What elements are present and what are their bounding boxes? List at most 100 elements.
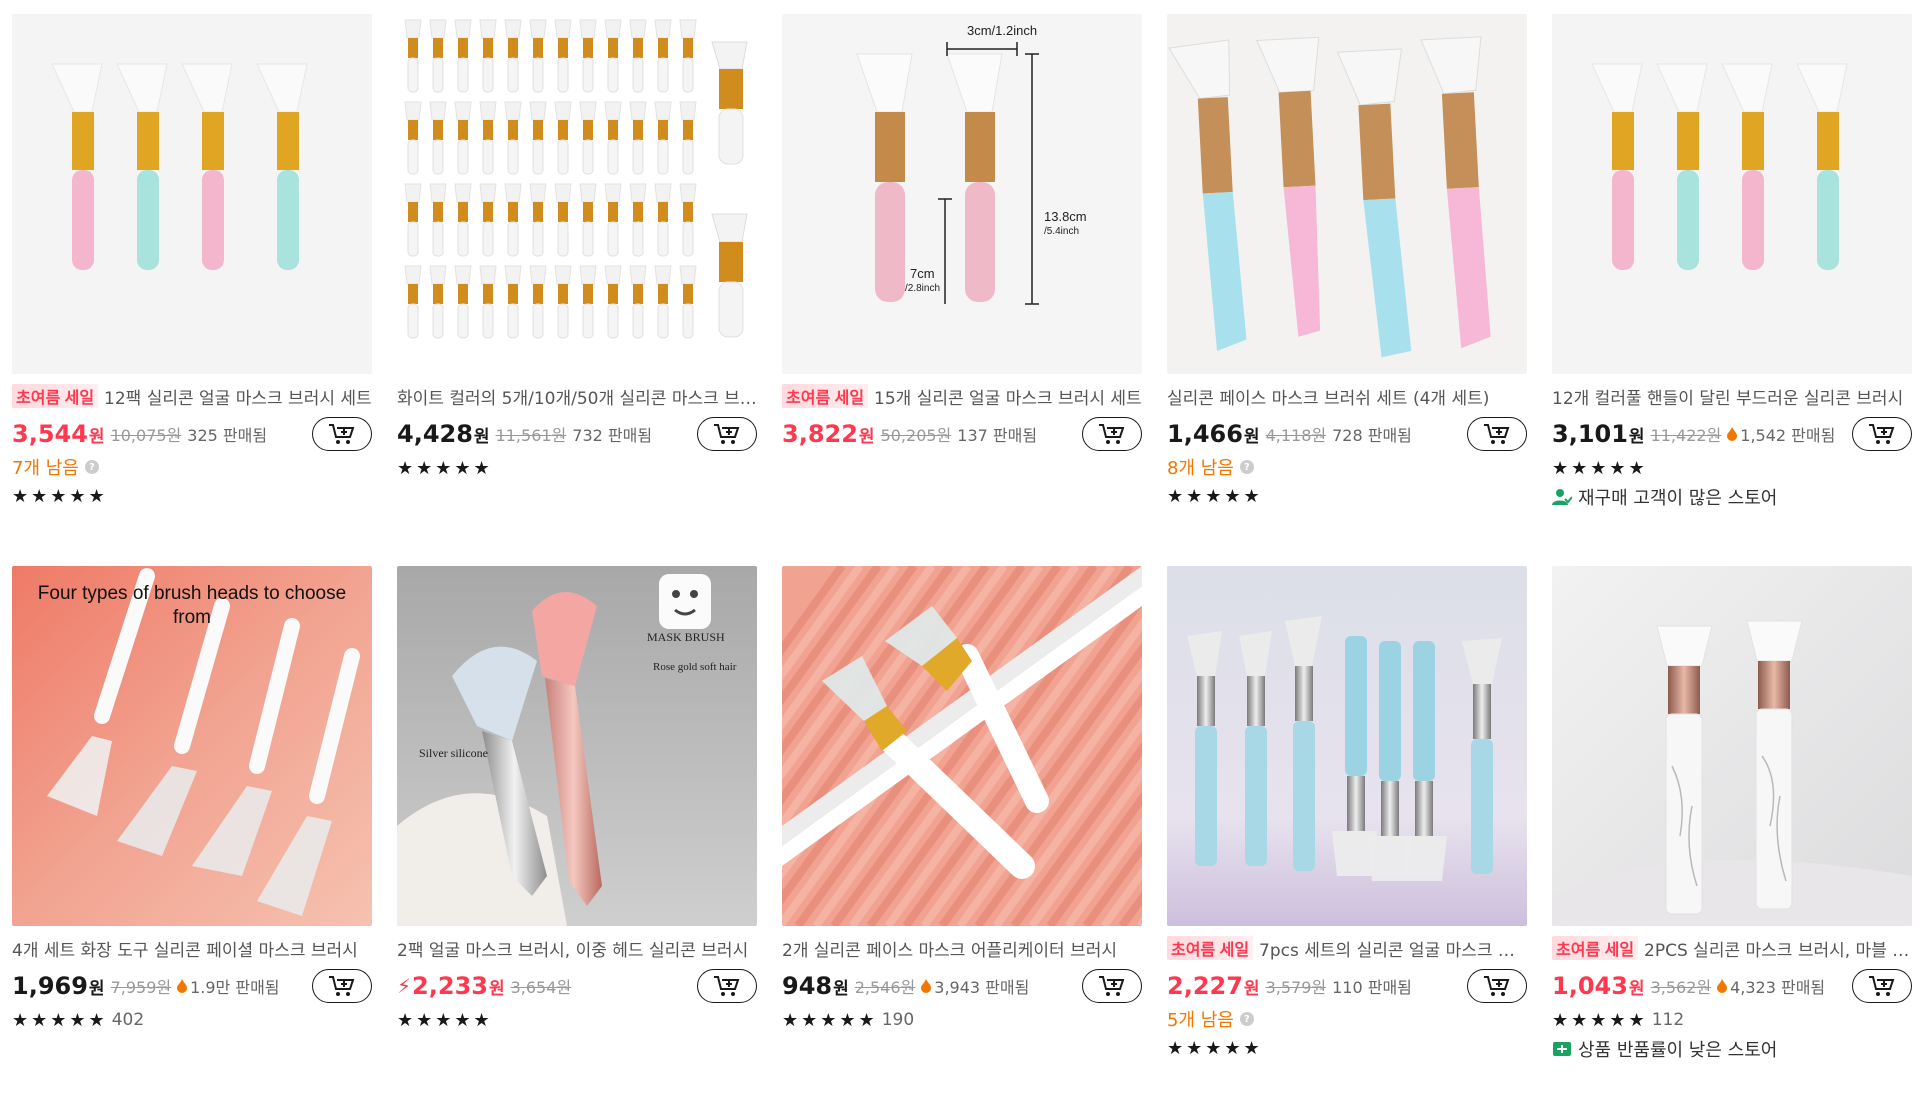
original-price: 7,959원 xyxy=(110,978,172,997)
product-card[interactable]: 초여름 세일 12팩 실리콘 얼굴 마스크 브러시 세트 3,544 원 10,0… xyxy=(12,14,372,566)
product-image[interactable] xyxy=(782,566,1142,926)
product-title[interactable]: 초여름 세일 2PCS 실리콘 마스크 브러시, 마블 핸들 xyxy=(1552,936,1912,960)
mini-brush-head xyxy=(429,265,447,285)
add-to-cart-button[interactable] xyxy=(1082,969,1142,1003)
product-title[interactable]: 초여름 세일 15개 실리콘 얼굴 마스크 브러시 세트 xyxy=(782,384,1142,408)
add-to-cart-button[interactable] xyxy=(697,969,757,1003)
product-image[interactable] xyxy=(1167,14,1527,374)
add-to-cart-button[interactable] xyxy=(697,417,757,451)
product-title[interactable]: 12개 컬러풀 핸들이 달린 부드러운 실리콘 브러시 xyxy=(1552,384,1912,409)
product-card[interactable]: 2개 실리콘 페이스 마스크 어플리케이터 브러시 948 원 2,546원 3,… xyxy=(782,566,1142,1118)
add-to-cart-button[interactable] xyxy=(1852,969,1912,1003)
product-image[interactable] xyxy=(1552,14,1912,374)
info-icon[interactable]: ? xyxy=(84,460,99,474)
product-card[interactable]: 12개 컬러풀 핸들이 달린 부드러운 실리콘 브러시 3,101 원 11,42… xyxy=(1552,14,1912,566)
mini-brush-handle xyxy=(657,139,669,175)
mini-brush-head xyxy=(479,265,497,285)
rating-stars: ★★★★★ 112 xyxy=(1552,1009,1685,1031)
info-icon[interactable]: ? xyxy=(1239,460,1254,474)
add-to-cart-button[interactable] xyxy=(1467,969,1527,1003)
mini-brush-handle xyxy=(582,139,594,175)
original-price: 4,118원 xyxy=(1265,426,1327,445)
mini-brush-head xyxy=(654,19,672,39)
repeat-customer-icon xyxy=(1552,489,1572,505)
mini-brush-head xyxy=(654,265,672,285)
mini-brush-ferrule xyxy=(508,284,518,304)
mini-brush-ferrule xyxy=(408,120,418,140)
add-to-cart-button[interactable] xyxy=(1852,417,1912,451)
mini-brush-ferrule xyxy=(633,202,643,222)
add-to-cart-button[interactable] xyxy=(1467,417,1527,451)
mini-brush-ferrule xyxy=(633,120,643,140)
price-row: 948 원 2,546원 3,943 판매됨 xyxy=(782,969,1142,1003)
cart-plus-icon xyxy=(1099,424,1125,444)
stock-remaining: 7개 남음? xyxy=(12,455,372,479)
mini-brush-ferrule xyxy=(483,120,493,140)
mini-brush-head xyxy=(554,101,572,121)
mini-brush-handle xyxy=(407,57,419,93)
mini-brush-ferrule xyxy=(533,120,543,140)
fire-icon xyxy=(1717,979,1728,993)
mini-brush-handle xyxy=(682,57,694,93)
product-image[interactable] xyxy=(1167,566,1527,926)
mini-brush-handle xyxy=(557,139,569,175)
add-to-cart-button[interactable] xyxy=(312,969,372,1003)
product-title[interactable]: 4개 세트 화장 도구 실리콘 페이셜 마스크 브러시 xyxy=(12,936,372,961)
mini-brush-head xyxy=(629,265,647,285)
mini-brush-head xyxy=(529,101,547,121)
mini-brush-head xyxy=(504,265,522,285)
price: 948 xyxy=(782,972,833,1000)
product-image[interactable] xyxy=(1552,566,1912,926)
mini-brush-handle xyxy=(457,57,469,93)
sold-count: 4,323 판매됨 xyxy=(1717,974,1825,998)
product-title[interactable]: 초여름 세일 12팩 실리콘 얼굴 마스크 브러시 세트 xyxy=(12,384,372,408)
mini-brush-handle xyxy=(682,221,694,257)
mini-brush-ferrule xyxy=(433,202,443,222)
mini-brush-handle xyxy=(482,303,494,339)
mini-brush-head xyxy=(454,19,472,39)
original-price: 50,205원 xyxy=(880,426,952,445)
add-to-cart-button[interactable] xyxy=(312,417,372,451)
product-title[interactable]: 화이트 컬러의 5개/10개/50개 실리콘 마스크 브러시 xyxy=(397,384,757,409)
product-card[interactable]: 초여름 세일 7pcs 세트의 실리콘 얼굴 마스크 브러시 2,227 원 3,… xyxy=(1167,566,1527,1118)
product-image[interactable] xyxy=(397,14,757,374)
mini-brush-head xyxy=(479,183,497,203)
mini-brush-handle xyxy=(607,139,619,175)
product-card[interactable]: 화이트 컬러의 5개/10개/50개 실리콘 마스크 브러시 4,428 원 11… xyxy=(397,14,757,566)
product-image[interactable]: MASK BRUSH Rose gold soft hair Silver si… xyxy=(397,566,757,926)
mini-brush-handle xyxy=(482,57,494,93)
product-image[interactable]: Four types of brush heads to choose from xyxy=(12,566,372,926)
product-card[interactable]: MASK BRUSH Rose gold soft hair Silver si… xyxy=(397,566,757,1118)
info-icon[interactable]: ? xyxy=(1239,1012,1254,1026)
dimension-handle-in: /2.8inch xyxy=(905,283,941,294)
sold-count: 3,943 판매됨 xyxy=(921,974,1029,998)
cart-plus-icon xyxy=(714,976,740,996)
product-image[interactable] xyxy=(12,14,372,374)
mini-brush-ferrule xyxy=(408,284,418,304)
product-title[interactable]: 2팩 얼굴 마스크 브러시, 이중 헤드 실리콘 브러시 xyxy=(397,936,757,961)
price-row: 1,969 원 7,959원 1.9만 판매됨 xyxy=(12,969,372,1003)
mini-brush-head xyxy=(454,265,472,285)
price-row: ⚡ 2,233 원 3,654원 xyxy=(397,969,757,1003)
product-title[interactable]: 2개 실리콘 페이스 마스크 어플리케이터 브러시 xyxy=(782,936,1142,961)
add-to-cart-button[interactable] xyxy=(1082,417,1142,451)
mini-brush-handle xyxy=(657,303,669,339)
mini-brush-head xyxy=(554,19,572,39)
mini-brush-handle xyxy=(582,57,594,93)
product-card[interactable]: 3cm/1.2inch 13.8cm /5.4inch 7cm /2.8inch… xyxy=(782,14,1142,566)
product-title[interactable]: 초여름 세일 7pcs 세트의 실리콘 얼굴 마스크 브러시 xyxy=(1167,936,1527,960)
product-title[interactable]: 실리콘 페이스 마스크 브러쉬 세트 (4개 세트) xyxy=(1167,384,1527,409)
mini-brush-handle xyxy=(507,303,519,339)
mini-brush-ferrule xyxy=(458,202,468,222)
product-image[interactable]: 3cm/1.2inch 13.8cm /5.4inch 7cm /2.8inch xyxy=(782,14,1142,374)
mini-brush-head xyxy=(679,265,697,285)
product-card[interactable]: Four types of brush heads to choose from… xyxy=(12,566,372,1118)
mini-brush-ferrule xyxy=(633,284,643,304)
product-card[interactable]: 초여름 세일 2PCS 실리콘 마스크 브러시, 마블 핸들 1,043 원 3,… xyxy=(1552,566,1912,1118)
mini-brush-head xyxy=(479,19,497,39)
product-card[interactable]: 실리콘 페이스 마스크 브러쉬 세트 (4개 세트) 1,466 원 4,118원… xyxy=(1167,14,1527,566)
mini-brush-head xyxy=(579,19,597,39)
mini-brush-handle xyxy=(407,221,419,257)
mini-brush-ferrule xyxy=(433,38,443,58)
mini-brush-handle xyxy=(557,57,569,93)
